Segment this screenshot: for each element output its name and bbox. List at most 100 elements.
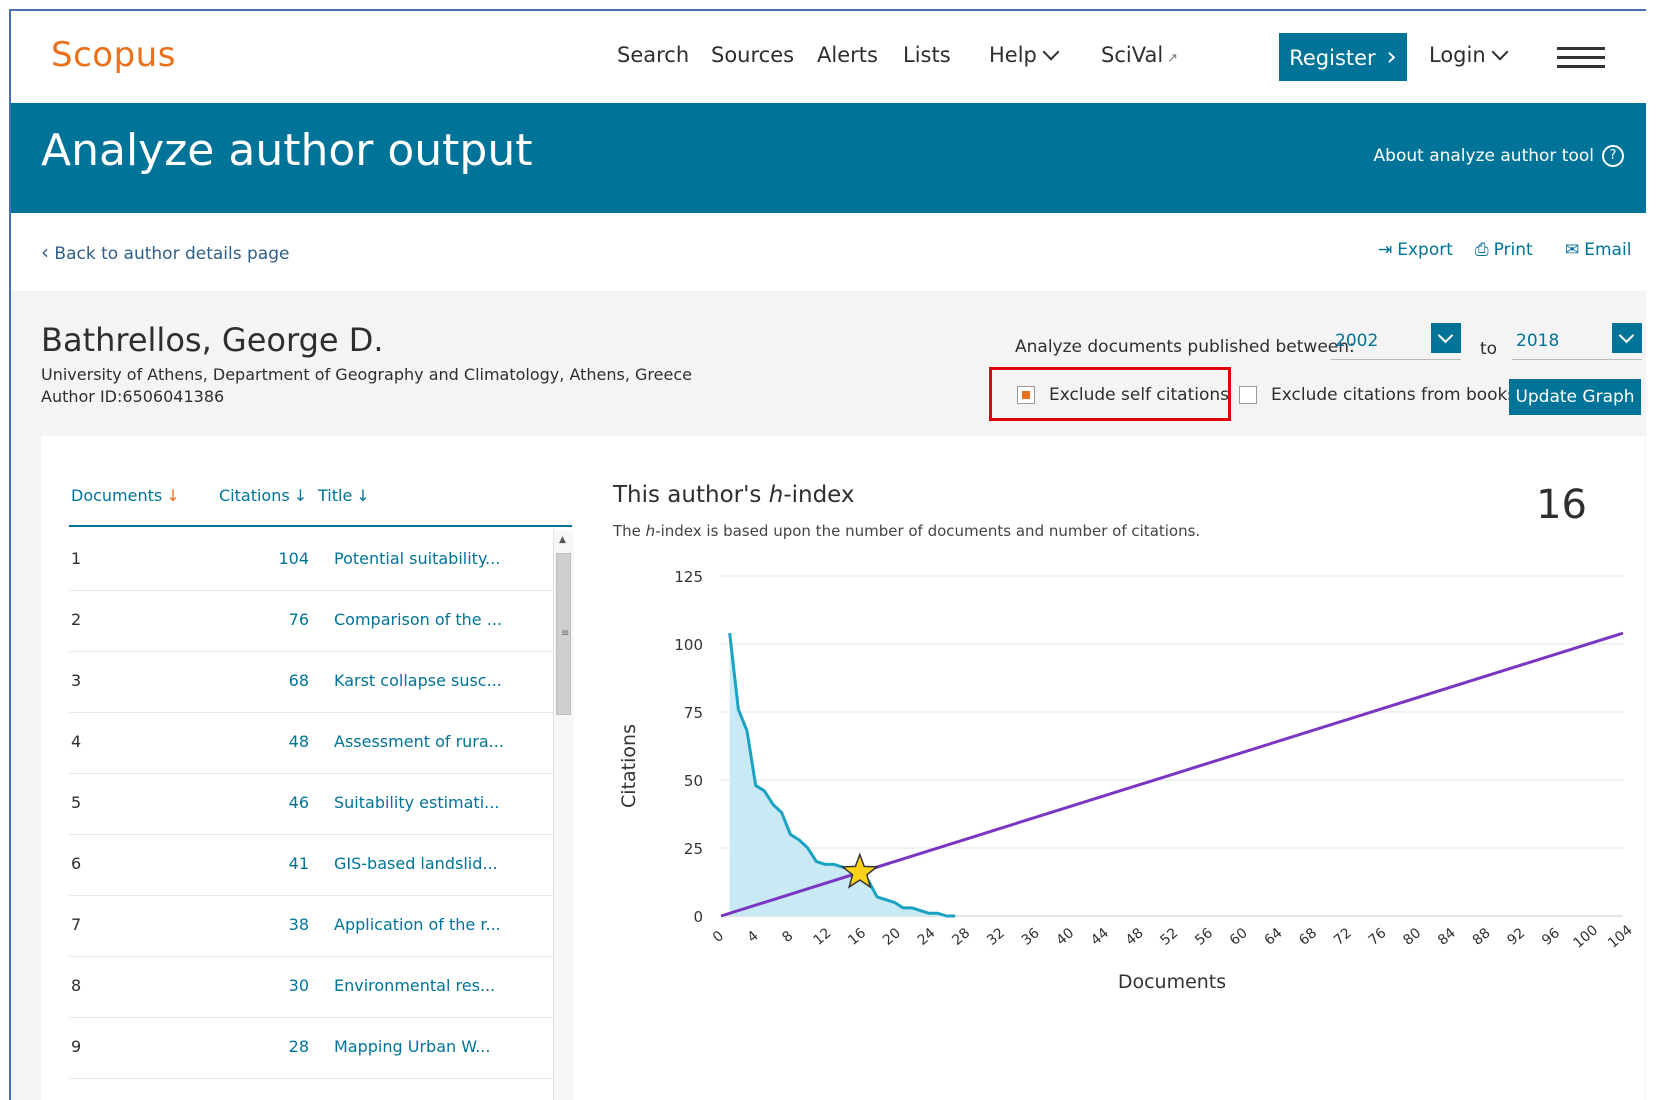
row-citations[interactable]: 38 — [229, 915, 309, 934]
x-tick-label: 52 — [1157, 925, 1181, 949]
sort-title[interactable]: Title ↓ — [318, 486, 370, 505]
table-header-divider — [69, 525, 572, 527]
to-year-select[interactable]: 2018 — [1512, 323, 1642, 360]
row-title-link[interactable]: Mapping Urban W... — [334, 1037, 490, 1056]
y-tick-label: 50 — [684, 772, 703, 790]
nav-sources[interactable]: Sources — [711, 43, 794, 67]
page-banner: Analyze author output About analyze auth… — [11, 103, 1646, 213]
row-citations[interactable]: 76 — [229, 610, 309, 629]
scroll-up-icon[interactable]: ▲ — [559, 535, 566, 545]
chevron-down-icon[interactable] — [1431, 323, 1461, 353]
row-title-link[interactable]: Environmental res... — [334, 976, 495, 995]
chevron-left-icon: ‹ — [41, 240, 49, 264]
nav-search[interactable]: Search — [617, 43, 689, 67]
exclude-self-citations-checkbox[interactable] — [1017, 386, 1035, 404]
row-index: 4 — [71, 732, 82, 751]
documents-header: Documents — [71, 486, 163, 505]
export-button[interactable]: ⇥ Export — [1378, 240, 1453, 260]
external-link-icon: ↗ — [1167, 51, 1179, 66]
row-index: 7 — [71, 915, 82, 934]
arrow-down-icon: ↓ — [293, 486, 308, 505]
x-tick-label: 28 — [949, 925, 973, 949]
table-row[interactable]: 6 41 GIS-based landslid... — [69, 833, 554, 896]
row-title-link[interactable]: GIS-based landslid... — [334, 854, 498, 873]
y-tick-label: 25 — [684, 840, 703, 858]
row-citations[interactable]: 41 — [229, 854, 309, 873]
exclude-book-citations-checkbox[interactable] — [1239, 386, 1257, 404]
back-link[interactable]: ‹ Back to author details page — [41, 240, 289, 264]
hamburger-menu-icon[interactable] — [1557, 47, 1605, 69]
table-row[interactable]: 5 46 Suitability estimati... — [69, 772, 554, 835]
update-graph-button[interactable]: Update Graph — [1509, 379, 1641, 415]
row-title-link[interactable]: Application of the r... — [334, 915, 501, 934]
envelope-icon: ✉ — [1565, 240, 1580, 260]
email-button[interactable]: ✉ Email — [1565, 240, 1631, 260]
row-title-link[interactable]: Assessment of rura... — [334, 732, 504, 751]
from-year-value: 2002 — [1335, 331, 1379, 351]
chevron-down-icon[interactable] — [1612, 323, 1642, 353]
row-citations[interactable]: 30 — [229, 976, 309, 995]
sort-citations[interactable]: Citations ↓ — [219, 486, 307, 505]
row-citations[interactable]: 68 — [229, 671, 309, 690]
to-year-value: 2018 — [1516, 331, 1560, 351]
x-tick-label: 96 — [1539, 925, 1563, 949]
table-row[interactable]: 1 104 Potential suitability... — [69, 528, 554, 591]
h-index-desc-h: h — [645, 522, 656, 540]
print-button[interactable]: ⎙ Print — [1475, 240, 1533, 260]
about-tool-link[interactable]: About analyze author tool? — [1374, 145, 1624, 167]
x-tick-label: 60 — [1227, 925, 1251, 949]
help-circle-icon: ? — [1602, 145, 1624, 167]
table-row[interactable]: 8 30 Environmental res... — [69, 955, 554, 1018]
row-citations[interactable]: 28 — [229, 1037, 309, 1056]
table-row[interactable]: 3 68 Karst collapse susc... — [69, 650, 554, 713]
citation-area — [729, 633, 956, 916]
nav-scival-label: SciVal — [1101, 43, 1164, 67]
scroll-thumb[interactable]: ≡ — [556, 553, 571, 715]
exclude-self-citations-label: Exclude self citations — [1049, 385, 1230, 405]
row-citations[interactable]: 104 — [229, 549, 309, 568]
scopus-logo[interactable]: Scopus — [51, 35, 176, 75]
sort-documents[interactable]: Documents ↓ — [71, 486, 180, 505]
arrow-down-icon: ↓ — [356, 486, 370, 505]
row-title-link[interactable]: Suitability estimati... — [334, 793, 499, 812]
analysis-panel: Documents ↓ Citations ↓ Title ↓ 1 104 Potenti… — [41, 436, 1645, 1100]
h-index-description: The h-index is based upon the number of … — [613, 522, 1200, 540]
nav-alerts[interactable]: Alerts — [817, 43, 878, 67]
nav-help-label: Help — [989, 43, 1037, 67]
x-tick-label: 24 — [915, 925, 939, 949]
row-citations[interactable]: 46 — [229, 793, 309, 812]
nav-scival[interactable]: SciVal ↗ — [1101, 43, 1178, 67]
x-tick-label: 4 — [745, 928, 762, 946]
about-tool-label: About analyze author tool — [1373, 146, 1594, 166]
x-tick-label: 76 — [1366, 925, 1390, 949]
table-row[interactable]: 2 76 Comparison of the ... — [69, 589, 554, 652]
table-row[interactable]: 4 48 Assessment of rura... — [69, 711, 554, 774]
nav-lists[interactable]: Lists — [903, 43, 951, 67]
row-index: 8 — [71, 976, 82, 995]
x-tick-label: 16 — [845, 925, 869, 949]
x-tick-label: 0 — [710, 928, 727, 946]
export-icon: ⇥ — [1378, 240, 1393, 260]
row-title-link[interactable]: Potential suitability... — [334, 549, 500, 568]
row-citations[interactable]: 48 — [229, 732, 309, 751]
x-tick-label: 56 — [1192, 925, 1216, 949]
x-tick-label: 20 — [880, 925, 904, 949]
table-row[interactable]: 7 38 Application of the r... — [69, 894, 554, 957]
row-title-link[interactable]: Comparison of the ... — [334, 610, 502, 629]
nav-login[interactable]: Login — [1429, 43, 1509, 67]
y-axis-label: Citations — [618, 724, 640, 808]
nav-help[interactable]: Help — [989, 43, 1060, 67]
from-year-select[interactable]: 2002 — [1331, 323, 1461, 360]
row-title-link[interactable]: Karst collapse susc... — [334, 671, 502, 690]
row-index: 2 — [71, 610, 82, 629]
x-tick-label: 36 — [1019, 925, 1043, 949]
email-label: Email — [1584, 240, 1632, 260]
register-button[interactable]: Register › — [1279, 33, 1407, 81]
x-tick-label: 84 — [1435, 925, 1459, 949]
table-row[interactable]: 9 28 Mapping Urban W... — [69, 1016, 554, 1079]
page-title: Analyze author output — [41, 125, 533, 176]
app-frame: Scopus Search Sources Alerts Lists Help … — [9, 9, 1646, 1100]
x-axis-label: Documents — [1118, 971, 1226, 993]
h-index-title-suffix: -index — [783, 482, 855, 508]
table-scrollbar[interactable]: ▲ ≡ ▼ — [553, 531, 574, 1100]
